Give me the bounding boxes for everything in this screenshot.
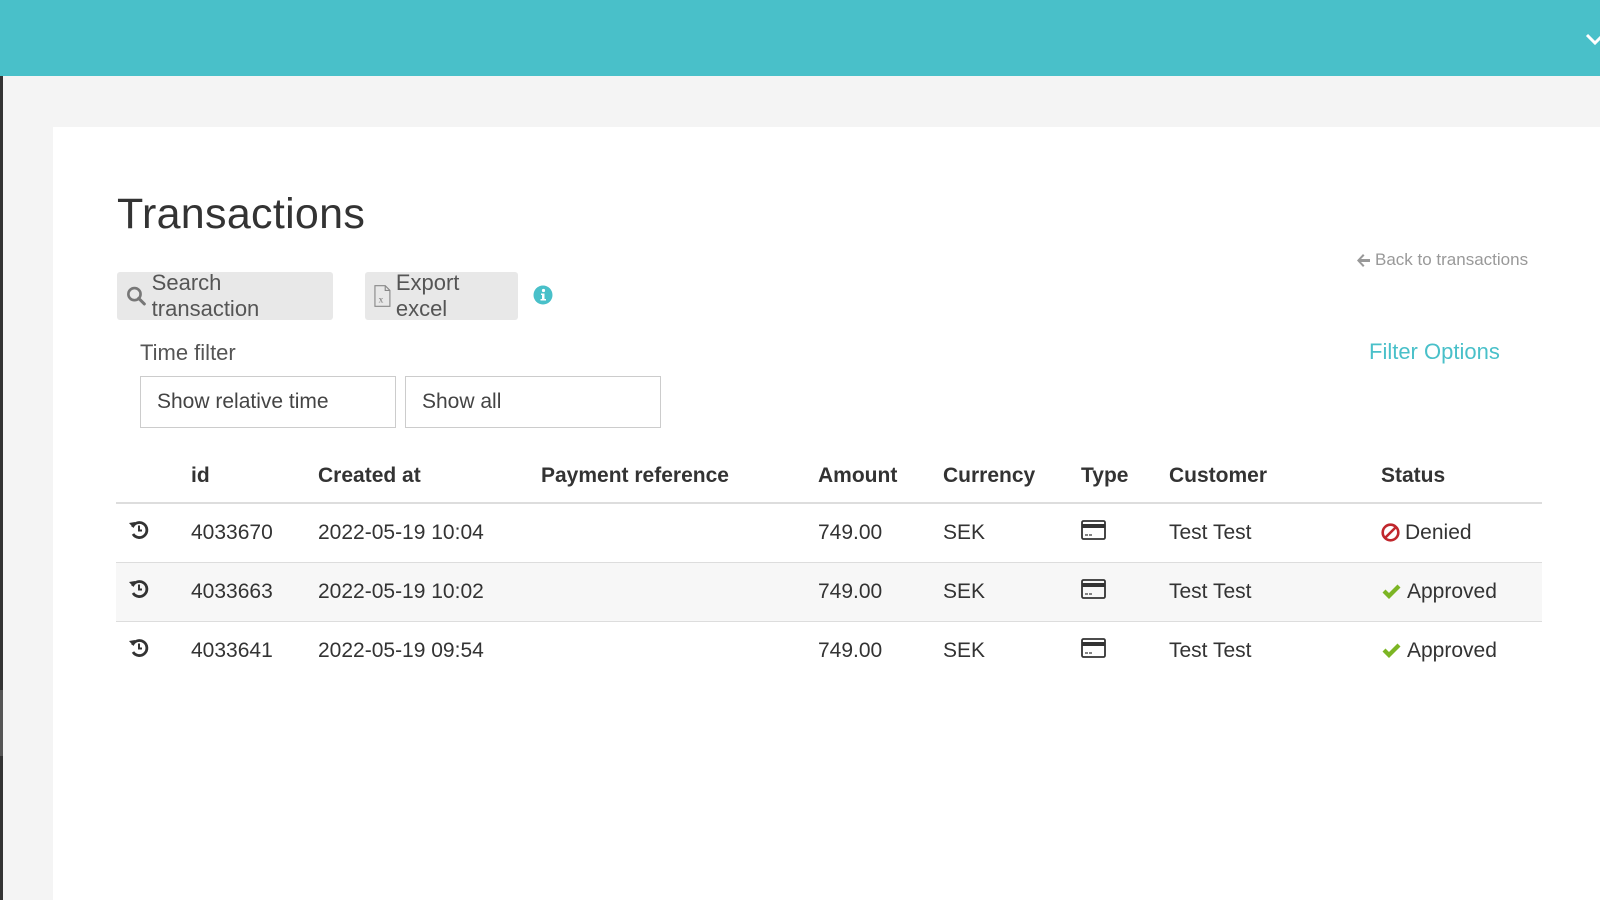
column-header-created-at[interactable]: Created at (318, 450, 541, 504)
check-icon (1382, 643, 1401, 658)
column-header-type[interactable]: Type (1081, 450, 1169, 504)
history-icon[interactable] (128, 637, 150, 659)
relative-time-select[interactable]: Show relative time (140, 376, 396, 428)
cell-customer: Test Test (1169, 638, 1252, 662)
column-header-action (116, 450, 191, 504)
export-excel-label: Export excel (395, 270, 460, 321)
column-header-amount[interactable]: Amount (818, 450, 943, 504)
scrollbar-thumb[interactable] (0, 690, 3, 756)
cell-payment-reference (541, 621, 818, 680)
table-header-row: id Created at Payment reference Amount C… (116, 450, 1542, 504)
cell-created-at: 2022-05-19 10:02 (318, 562, 541, 622)
column-header-status[interactable]: Status (1381, 450, 1542, 504)
table-row[interactable]: 4033641 2022-05-19 09:54 749.00 SEK Test… (116, 621, 1542, 680)
cell-payment-reference (541, 503, 818, 563)
cell-id: 4033670 (191, 503, 318, 563)
back-link-label: Back to transactions (1375, 250, 1529, 269)
cell-id: 4033641 (191, 638, 273, 662)
cell-currency: SEK (943, 503, 1081, 563)
cell-created-at: 2022-05-19 09:54 (318, 638, 484, 662)
check-icon (1382, 584, 1401, 599)
history-icon[interactable] (128, 519, 150, 541)
cell-currency: SEK (943, 638, 986, 662)
status-badge: Denied (1381, 521, 1542, 545)
credit-card-icon (1081, 578, 1106, 599)
top-header-bar (0, 0, 1600, 76)
info-circle-icon[interactable] (533, 285, 553, 305)
status-badge: Approved (1381, 580, 1542, 604)
chevron-down-icon[interactable] (1584, 28, 1600, 50)
cell-payment-reference (541, 562, 818, 622)
page-title: Transactions (117, 190, 366, 238)
credit-card-icon (1081, 519, 1106, 540)
cell-currency: SEK (943, 562, 1081, 622)
cell-amount: 749.00 (818, 638, 883, 662)
column-header-id[interactable]: id (191, 450, 318, 504)
filter-options-link[interactable]: Filter Options (1369, 339, 1500, 365)
column-header-currency[interactable]: Currency (943, 450, 1081, 504)
search-icon (127, 286, 146, 306)
time-filter-label: Time filter (140, 340, 236, 365)
time-range-select[interactable]: Show all (405, 376, 661, 428)
back-to-transactions-link[interactable]: Back to transactions (1356, 250, 1528, 270)
history-icon[interactable] (128, 578, 150, 600)
status-label: Denied (1405, 520, 1472, 544)
ban-icon (1381, 523, 1400, 542)
excel-file-icon: x (374, 285, 391, 307)
cell-amount: 749.00 (818, 503, 943, 563)
status-label: Approved (1407, 579, 1497, 603)
cell-id: 4033663 (191, 562, 318, 622)
status-label: Approved (1407, 638, 1497, 662)
svg-text:x: x (379, 296, 384, 306)
transactions-table: id Created at Payment reference Amount C… (116, 450, 1542, 680)
search-transaction-label: Search transaction (151, 270, 260, 321)
column-header-customer[interactable]: Customer (1169, 450, 1381, 504)
search-transaction-button[interactable]: Search transaction (117, 270, 333, 321)
left-scrollbar[interactable] (0, 76, 3, 900)
cell-customer: Test Test (1169, 562, 1381, 622)
status-badge: Approved (1381, 639, 1542, 663)
table-row[interactable]: 4033663 2022-05-19 10:02 749.00 SEK Test… (116, 562, 1542, 622)
arrow-left-icon (1357, 253, 1370, 267)
table-row[interactable]: 4033670 2022-05-19 10:04 749.00 SEK Test… (116, 503, 1542, 563)
cell-created-at: 2022-05-19 10:04 (318, 503, 541, 563)
export-excel-button[interactable]: x Export excel (365, 270, 518, 321)
cell-customer: Test Test (1169, 503, 1381, 563)
credit-card-icon (1081, 637, 1106, 658)
column-header-payment-reference[interactable]: Payment reference (541, 450, 818, 504)
cell-amount: 749.00 (818, 562, 943, 622)
